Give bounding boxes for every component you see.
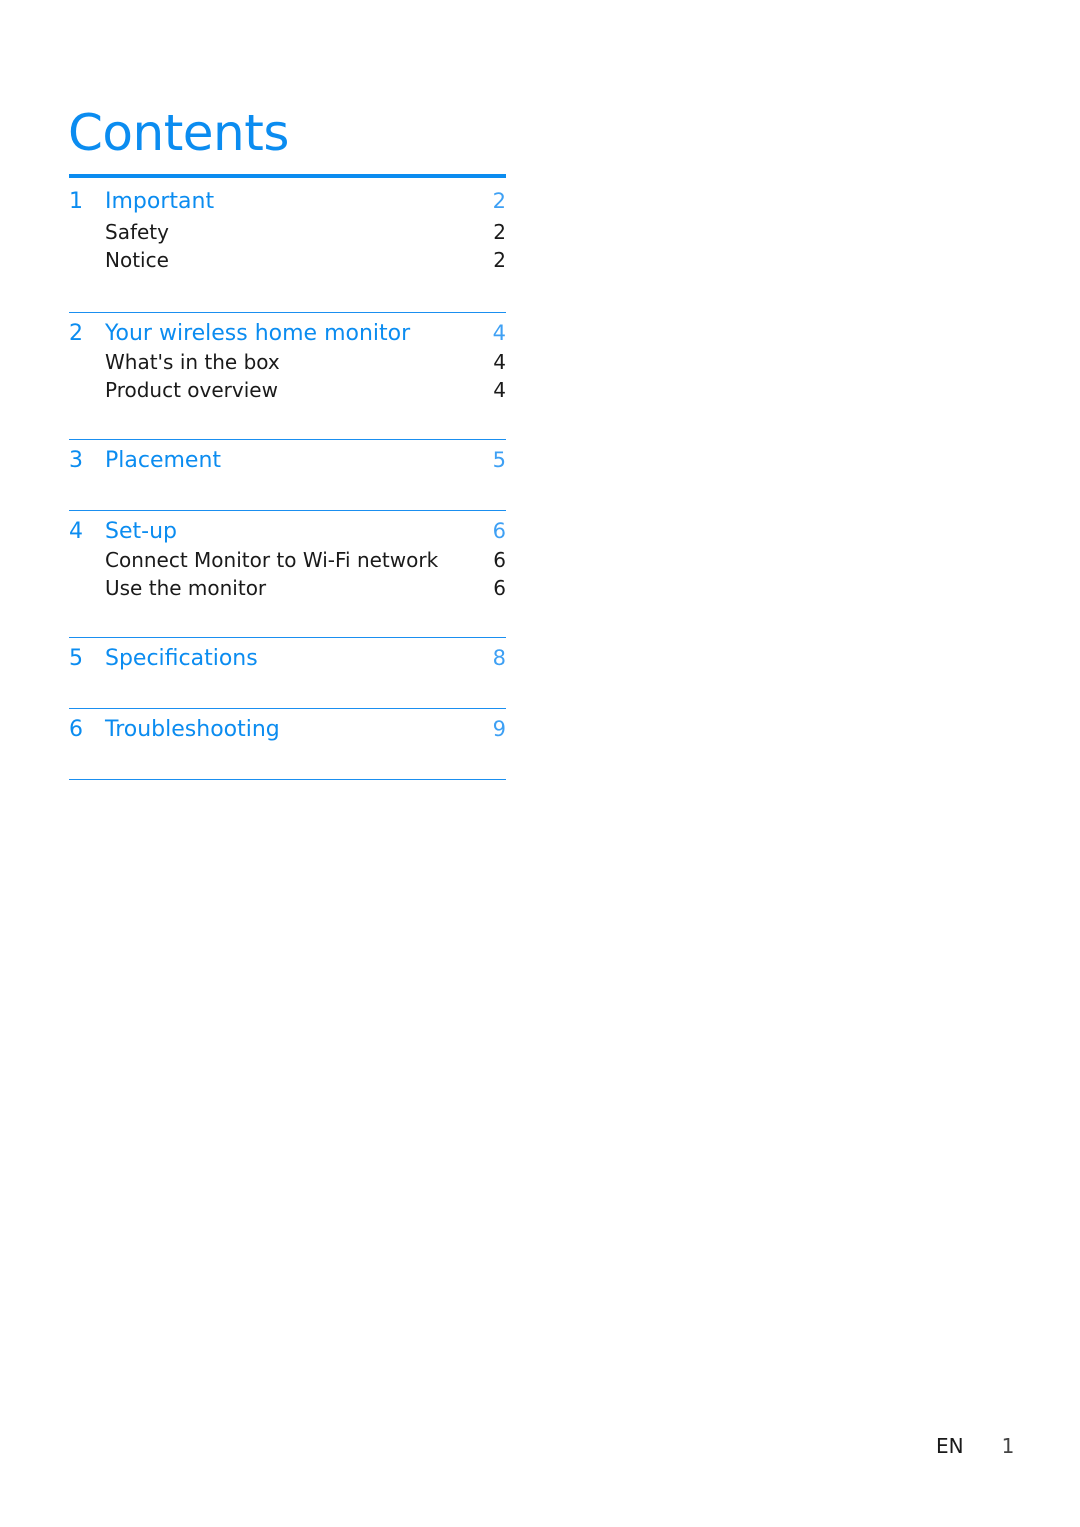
toc-section: 1 Important 2 Safety 2 Notice 2 — [69, 174, 506, 312]
toc-subentry[interactable]: Connect Monitor to Wi-Fi network 6 — [69, 546, 506, 574]
toc-entry-specifications[interactable]: 5 Specifications 8 — [69, 638, 506, 673]
toc-section: 6 Troubleshooting 9 — [69, 708, 506, 779]
section-title[interactable]: Important — [105, 187, 486, 217]
subsection-page: 2 — [493, 248, 506, 272]
section-page: 2 — [492, 189, 506, 213]
section-number: 4 — [69, 519, 83, 544]
subsection-title[interactable]: Connect Monitor to Wi-Fi network — [69, 546, 486, 574]
section-page: 8 — [492, 646, 506, 670]
section-title[interactable]: Placement — [105, 446, 486, 476]
toc-entry-placement[interactable]: 3 Placement 5 — [69, 440, 506, 475]
toc-subentry[interactable]: Safety 2 — [69, 218, 506, 246]
page-footer: EN 1 — [936, 1434, 1014, 1458]
subsection-page: 4 — [493, 378, 506, 402]
section-page: 9 — [492, 717, 506, 741]
subsection-page: 2 — [493, 220, 506, 244]
toc-section: 4 Set-up 6 Connect Monitor to Wi-Fi netw… — [69, 510, 506, 637]
section-page: 5 — [492, 448, 506, 472]
page-title: Contents — [68, 103, 289, 162]
toc-entry-important[interactable]: 1 Important 2 — [69, 178, 506, 216]
toc-bottom-rule — [69, 779, 506, 780]
toc-section: 5 Specifications 8 — [69, 637, 506, 708]
section-number: 2 — [69, 321, 83, 346]
toc-entry-your-wireless-home-monitor[interactable]: 2 Your wireless home monitor 4 — [69, 313, 506, 348]
toc-subentry[interactable]: Notice 2 — [69, 246, 506, 274]
language-code: EN — [936, 1434, 964, 1458]
section-title[interactable]: Your wireless home monitor — [105, 319, 486, 349]
toc-subentry[interactable]: What's in the box 4 — [69, 348, 506, 376]
page-number: 1 — [1001, 1434, 1015, 1458]
subsection-title[interactable]: Product overview — [69, 376, 486, 404]
subsection-title[interactable]: Safety — [69, 218, 486, 246]
subsection-title[interactable]: Use the monitor — [69, 574, 486, 602]
table-of-contents: 1 Important 2 Safety 2 Notice 2 2 Your w… — [69, 174, 506, 780]
toc-entry-set-up[interactable]: 4 Set-up 6 — [69, 511, 506, 546]
section-title[interactable]: Specifications — [105, 644, 486, 674]
section-title[interactable]: Troubleshooting — [105, 715, 486, 745]
subsection-page: 4 — [493, 350, 506, 374]
subsection-page: 6 — [493, 576, 506, 600]
toc-section: 2 Your wireless home monitor 4 What's in… — [69, 312, 506, 439]
subsection-page: 6 — [493, 548, 506, 572]
section-title[interactable]: Set-up — [105, 517, 486, 547]
toc-entry-troubleshooting[interactable]: 6 Troubleshooting 9 — [69, 709, 506, 744]
section-number: 6 — [69, 717, 83, 742]
toc-section: 3 Placement 5 — [69, 439, 506, 510]
subsection-title[interactable]: What's in the box — [69, 348, 486, 376]
toc-subentry[interactable]: Use the monitor 6 — [69, 574, 506, 602]
section-number: 3 — [69, 448, 83, 473]
section-number: 5 — [69, 646, 83, 671]
toc-subentry[interactable]: Product overview 4 — [69, 376, 506, 404]
subsection-title[interactable]: Notice — [69, 246, 486, 274]
section-page: 6 — [492, 519, 506, 543]
section-page: 4 — [492, 321, 506, 345]
section-number: 1 — [69, 189, 83, 214]
